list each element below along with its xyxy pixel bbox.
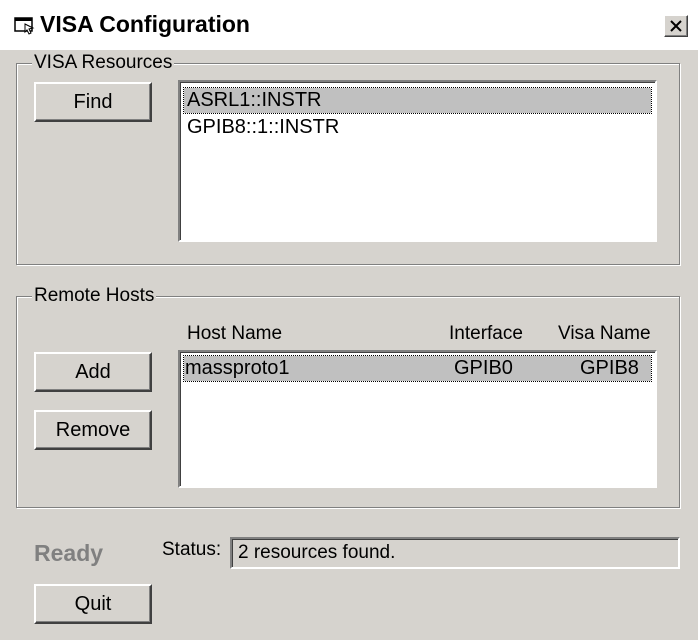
column-header-interface: Interface: [449, 323, 523, 344]
visa-resources-group-label: VISA Resources: [32, 52, 175, 74]
quit-button[interactable]: Quit: [34, 584, 152, 624]
visa-resources-listbox[interactable]: ASRL1::INSTR GPIB8::1::INSTR: [178, 80, 657, 242]
resource-list-item[interactable]: GPIB8::1::INSTR: [184, 115, 651, 140]
ready-indicator: Ready: [34, 540, 104, 566]
add-button[interactable]: Add: [34, 352, 152, 392]
visa-name-cell: GPIB8: [580, 357, 639, 379]
remove-button[interactable]: Remove: [34, 410, 152, 450]
status-field: 2 resources found.: [230, 537, 680, 569]
resource-label: ASRL1::INSTR: [187, 89, 322, 111]
window-app-icon: [14, 14, 36, 36]
resource-list-item[interactable]: ASRL1::INSTR: [183, 87, 652, 114]
remote-host-row[interactable]: massproto1 GPIB0 GPIB8: [183, 355, 652, 382]
close-icon: [670, 20, 682, 32]
host-name-cell: massproto1: [185, 357, 290, 379]
close-button[interactable]: [664, 15, 688, 37]
remote-hosts-group-label: Remote Hosts: [32, 285, 157, 307]
column-header-visa-name: Visa Name: [558, 323, 651, 344]
visa-configuration-window: VISA Configuration VISA Resources Find A…: [0, 0, 698, 640]
status-label: Status:: [162, 539, 222, 560]
title-bar: VISA Configuration: [0, 0, 698, 50]
resource-label: GPIB8::1::INSTR: [187, 116, 340, 138]
remote-hosts-listbox[interactable]: massproto1 GPIB0 GPIB8: [178, 350, 657, 488]
window-title: VISA Configuration: [40, 11, 250, 37]
interface-cell: GPIB0: [454, 357, 513, 379]
find-button[interactable]: Find: [34, 82, 152, 122]
column-header-host-name: Host Name: [187, 323, 283, 344]
